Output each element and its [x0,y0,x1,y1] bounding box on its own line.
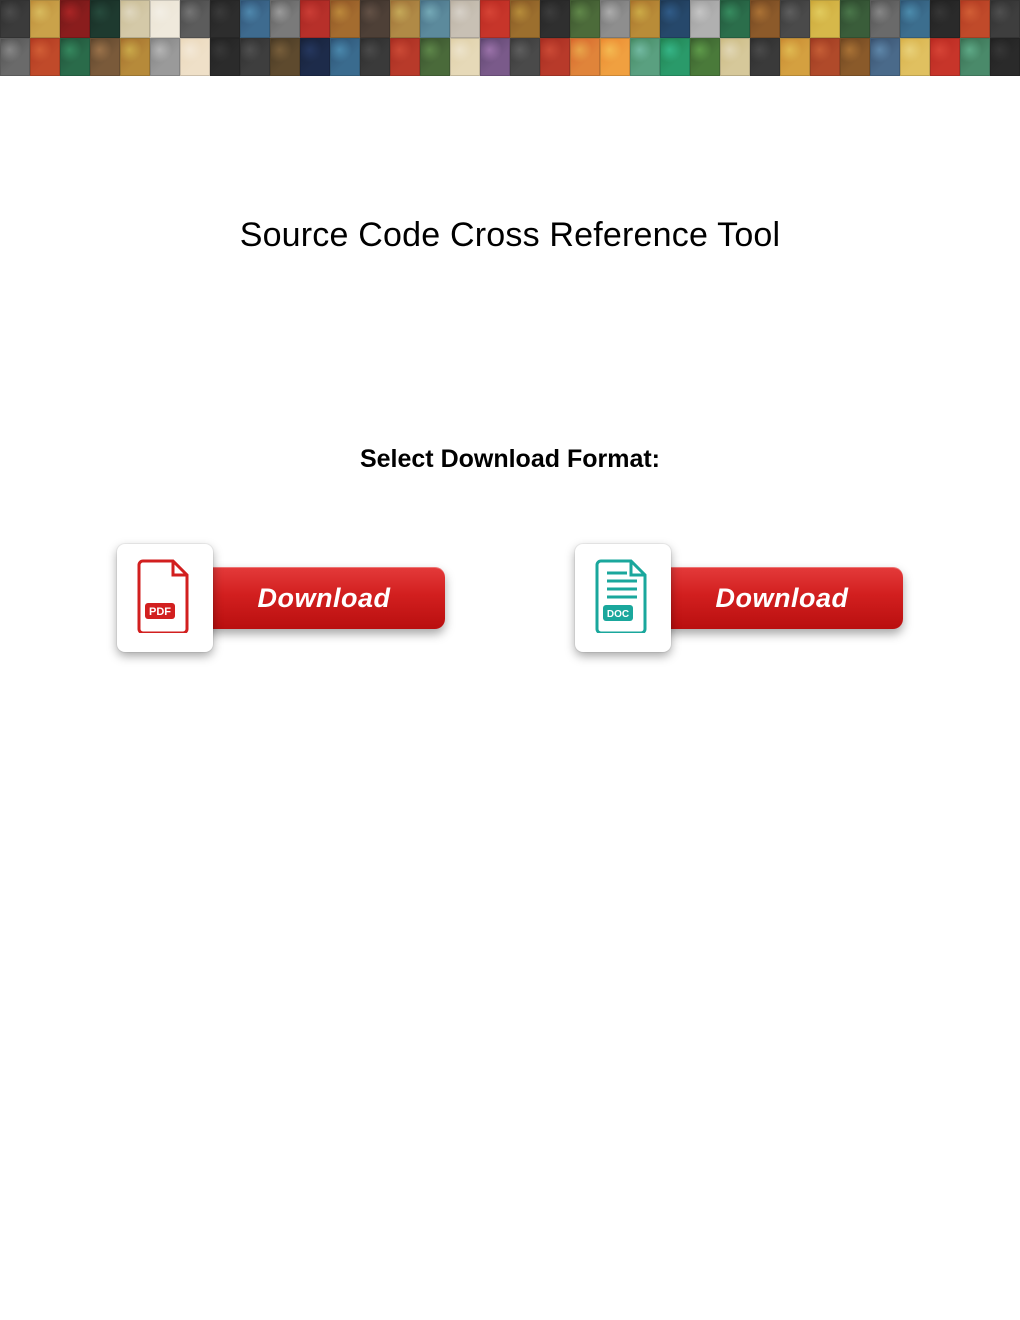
banner-tile [60,38,90,76]
banner-tile [780,0,810,38]
banner-tile [690,0,720,38]
banner-tile [300,0,330,38]
banner-tile [480,0,510,38]
banner-tile [750,0,780,38]
pdf-file-card: PDF [117,544,213,652]
banner-tile [870,38,900,76]
doc-badge-text: DOC [607,609,629,620]
banner-tile [510,38,540,76]
banner-tile [960,0,990,38]
header-banner [0,0,1020,76]
download-pdf-button[interactable]: Download [203,567,445,629]
banner-tile [720,38,750,76]
banner-tile [390,0,420,38]
banner-tile [90,38,120,76]
banner-tile [300,38,330,76]
banner-tile [570,0,600,38]
banner-tile [810,0,840,38]
banner-tile [330,0,360,38]
banner-tile [930,38,960,76]
banner-tile [480,38,510,76]
banner-tile [150,38,180,76]
banner-tile [180,0,210,38]
pdf-file-icon: PDF [135,559,195,638]
banner-tile [660,0,690,38]
doc-file-card: DOC [575,544,671,652]
banner-tile [990,0,1020,38]
banner-tile [150,0,180,38]
banner-tile [630,38,660,76]
banner-tile [540,38,570,76]
banner-tile [570,38,600,76]
download-block-pdf: PDF Download [117,544,445,652]
banner-tile [210,0,240,38]
pdf-badge-text: PDF [149,606,171,618]
banner-tile [840,0,870,38]
banner-tile [720,0,750,38]
banner-tile [420,38,450,76]
banner-tile [450,38,480,76]
banner-tile [0,0,30,38]
banner-tile [270,38,300,76]
banner-tile [900,0,930,38]
banner-tile [360,38,390,76]
banner-tile [780,38,810,76]
banner-tile [870,0,900,38]
banner-tile [450,0,480,38]
banner-tile [660,38,690,76]
banner-tile [0,38,30,76]
banner-tile [810,38,840,76]
banner-tile [360,0,390,38]
banner-tile [210,38,240,76]
page-title: Source Code Cross Reference Tool [0,216,1020,255]
banner-row-1 [0,0,1020,38]
banner-tile [990,38,1020,76]
banner-tile [750,38,780,76]
main-content: Source Code Cross Reference Tool Select … [0,216,1020,652]
banner-tile [600,38,630,76]
banner-tile [600,0,630,38]
banner-tile [90,0,120,38]
banner-tile [180,38,210,76]
banner-tile [30,0,60,38]
banner-tile [900,38,930,76]
banner-tile [60,0,90,38]
banner-tile [510,0,540,38]
banner-tile [690,38,720,76]
banner-tile [120,0,150,38]
banner-tile [930,0,960,38]
download-doc-button[interactable]: Download [661,567,903,629]
banner-tile [120,38,150,76]
banner-tile [960,38,990,76]
download-format-subtitle: Select Download Format: [0,445,1020,474]
banner-tile [420,0,450,38]
banner-tile [240,0,270,38]
banner-tile [840,38,870,76]
doc-file-icon: DOC [593,559,653,638]
download-block-doc: DOC Download [575,544,903,652]
banner-tile [30,38,60,76]
banner-tile [270,0,300,38]
download-row: PDF Download DOC [0,544,1020,652]
banner-tile [390,38,420,76]
banner-tile [240,38,270,76]
banner-tile [630,0,660,38]
banner-tile [540,0,570,38]
banner-row-2 [0,38,1020,76]
banner-tile [330,38,360,76]
